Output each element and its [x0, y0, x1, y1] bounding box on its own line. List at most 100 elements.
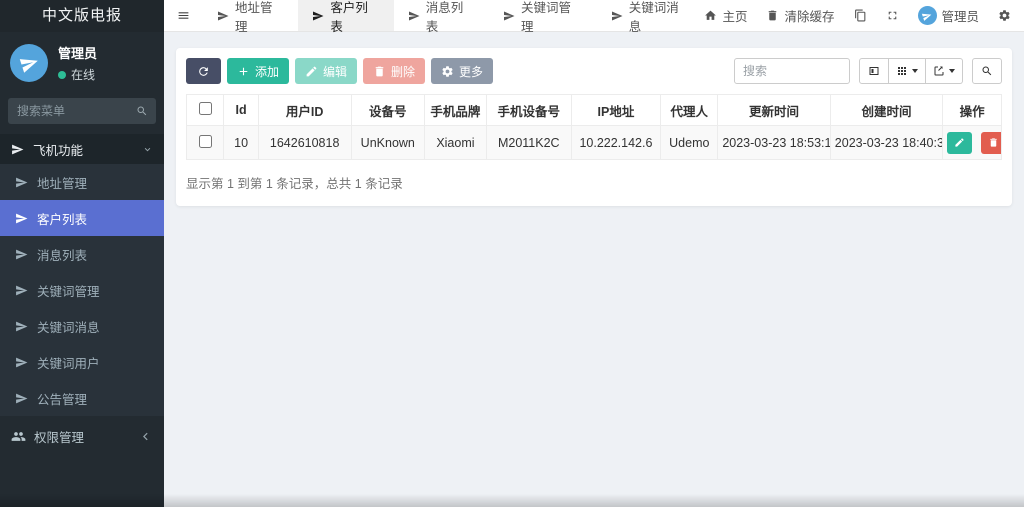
column-header-device: 设备号	[351, 95, 424, 126]
tab-address-management[interactable]: 地址管理	[203, 0, 298, 31]
cell-agent: Udemo	[661, 126, 718, 160]
plane-icon	[15, 320, 28, 333]
telegram-plane-icon	[921, 9, 934, 22]
toggle-view-button[interactable]	[859, 58, 889, 84]
table-search-input[interactable]	[734, 58, 850, 84]
caret-down-icon	[912, 69, 918, 73]
table-search	[734, 58, 850, 84]
column-header-model: 手机设备号	[486, 95, 571, 126]
avatar	[10, 44, 48, 82]
sidebar-search-input[interactable]	[8, 98, 156, 124]
cell-updated: 2023-03-23 18:53:11	[718, 126, 830, 160]
sidebar-item-customer-list[interactable]: 客户列表	[0, 200, 164, 236]
cell-actions	[943, 126, 1002, 160]
sidebar-item-label: 公告管理	[37, 389, 87, 408]
main-area: 地址管理 客户列表 消息列表 关键词管理 关键词消息 主页 清除缓存	[164, 0, 1024, 507]
avatar	[918, 6, 937, 25]
clear-cache-label: 清除缓存	[784, 6, 834, 25]
navbar-right: 主页 清除缓存 管理员	[704, 0, 1024, 31]
user-status: 在线	[58, 66, 97, 83]
plane-icon	[11, 143, 24, 156]
trash-icon	[988, 137, 999, 148]
row-delete-button[interactable]	[981, 132, 1002, 154]
home-icon	[704, 9, 717, 22]
sidebar-group-permission-management[interactable]: 权限管理	[0, 419, 164, 453]
settings-menu[interactable]	[998, 9, 1011, 22]
top-navbar: 地址管理 客户列表 消息列表 关键词管理 关键词消息 主页 清除缓存	[164, 0, 1024, 32]
tab-customer-list[interactable]: 客户列表	[298, 0, 393, 31]
tab-keyword-messages[interactable]: 关键词消息	[597, 0, 705, 31]
sidebar-item-label: 地址管理	[37, 173, 87, 192]
edit-button[interactable]: 编辑	[295, 58, 357, 84]
trash-icon	[766, 9, 779, 22]
more-button-label: 更多	[459, 63, 483, 80]
sidebar-item-keyword-messages[interactable]: 关键词消息	[0, 308, 164, 344]
plane-icon	[611, 10, 623, 22]
fullscreen-button[interactable]	[886, 9, 899, 22]
search-submit-button[interactable]	[972, 58, 1002, 84]
sidebar-item-label: 客户列表	[37, 209, 87, 228]
select-all-header	[187, 95, 224, 126]
select-all-checkbox[interactable]	[199, 102, 212, 115]
sidebar: 中文版电报 管理员 在线 飞机功能 地址管理 客户列表	[0, 0, 164, 507]
home-label: 主页	[722, 6, 747, 25]
user-name: 管理员	[58, 43, 97, 62]
tab-label: 地址管理	[235, 0, 284, 35]
cell-created: 2023-03-23 18:40:34	[830, 126, 942, 160]
caret-down-icon	[949, 69, 955, 73]
search-icon	[981, 65, 993, 77]
row-checkbox[interactable]	[199, 135, 212, 148]
sidebar-group-label: 飞机功能	[33, 140, 83, 159]
gears-icon	[998, 9, 1011, 22]
plane-icon	[15, 284, 28, 297]
columns-dropdown-button[interactable]	[889, 58, 926, 84]
copy-pages-icon	[854, 9, 867, 22]
plus-icon	[237, 65, 250, 78]
sidebar-item-keyword-management[interactable]: 关键词管理	[0, 272, 164, 308]
tab-label: 消息列表	[426, 0, 475, 35]
sidebar-group-label: 权限管理	[34, 427, 84, 446]
more-button[interactable]: 更多	[431, 58, 493, 84]
clear-cache-button[interactable]: 清除缓存	[766, 6, 834, 25]
sidebar-toggle-button[interactable]	[164, 0, 203, 31]
home-link[interactable]: 主页	[704, 6, 747, 25]
refresh-tab-button[interactable]	[854, 9, 867, 22]
cell-device: UnKnown	[351, 126, 424, 160]
sidebar-item-keyword-users[interactable]: 关键词用户	[0, 344, 164, 380]
customer-table: Id 用户ID 设备号 手机品牌 手机设备号 IP地址 代理人 更新时间 创建时…	[186, 94, 1002, 160]
telegram-plane-icon	[17, 51, 41, 75]
plane-icon	[15, 212, 28, 225]
column-header-updated: 更新时间	[718, 95, 830, 126]
delete-button[interactable]: 删除	[363, 58, 425, 84]
trash-icon	[373, 65, 386, 78]
user-panel: 管理员 在线	[0, 32, 164, 92]
customer-list-card: 添加 编辑 删除 更多	[176, 48, 1012, 206]
export-dropdown-button[interactable]	[926, 58, 963, 84]
plane-icon	[15, 248, 28, 261]
row-select-cell	[187, 126, 224, 160]
sidebar-item-label: 关键词管理	[37, 281, 100, 300]
user-menu[interactable]: 管理员	[918, 6, 980, 25]
sidebar-group-plane-functions[interactable]: 飞机功能	[0, 134, 164, 164]
tab-message-list[interactable]: 消息列表	[394, 0, 489, 31]
fullscreen-icon	[886, 9, 899, 22]
refresh-button[interactable]	[186, 58, 221, 84]
column-header-ip: IP地址	[571, 95, 661, 126]
plane-icon	[15, 356, 28, 369]
cell-id: 10	[224, 126, 258, 160]
tab-label: 关键词管理	[521, 0, 583, 35]
row-edit-button[interactable]	[947, 132, 972, 154]
view-button-group	[859, 58, 963, 84]
sidebar-item-label: 消息列表	[37, 245, 87, 264]
export-icon	[933, 65, 945, 77]
tab-keyword-management[interactable]: 关键词管理	[489, 0, 597, 31]
sidebar-item-address-management[interactable]: 地址管理	[0, 164, 164, 200]
toolbar-right	[734, 58, 1002, 84]
plane-icon	[15, 176, 28, 189]
sidebar-item-announcement-management[interactable]: 公告管理	[0, 380, 164, 416]
table-header-row: Id 用户ID 设备号 手机品牌 手机设备号 IP地址 代理人 更新时间 创建时…	[187, 95, 1002, 126]
search-icon	[136, 105, 148, 117]
sidebar-item-message-list[interactable]: 消息列表	[0, 236, 164, 272]
add-button[interactable]: 添加	[227, 58, 289, 84]
cell-brand: Xiaomi	[424, 126, 486, 160]
